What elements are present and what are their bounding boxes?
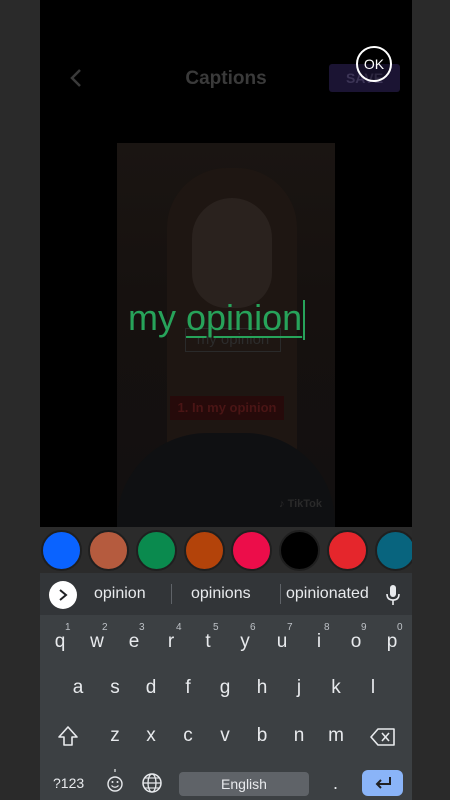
enter-icon [375,777,391,789]
key-n[interactable]: n [284,725,314,747]
preview-face [192,198,272,308]
key-p[interactable]: p0 [377,622,407,653]
watermark-text: TikTok [287,498,322,510]
suggestion-2[interactable]: opinions [191,585,251,603]
key-label: o [350,631,362,652]
swatch-black[interactable] [279,530,320,571]
key-i[interactable]: i8 [304,622,334,653]
suggestion-divider [280,584,281,604]
swatch-red[interactable] [327,530,368,571]
suggestion-3[interactable]: opinionated [286,585,369,603]
key-x[interactable]: x [136,725,166,747]
globe-icon[interactable] [141,772,163,794]
key-hint: 4 [176,622,182,633]
key-hint: 8 [324,622,330,633]
key-label: q [54,631,66,652]
enter-key[interactable] [362,770,403,796]
key-f[interactable]: f [173,677,203,699]
key-d[interactable]: d [136,677,166,699]
key-label: e [128,631,140,652]
right-margin [410,0,450,800]
expand-toolbar-button[interactable] [49,581,77,609]
key-v[interactable]: v [210,725,240,747]
key-label: u [276,631,288,652]
key-w[interactable]: w2 [82,622,112,653]
key-k[interactable]: k [321,677,351,699]
symbols-key[interactable]: ?123 [53,775,84,791]
keyboard: opinion opinions opinionated q1 w2 e3 r4… [40,573,412,800]
text-cursor [303,300,306,341]
color-swatch-bar [40,527,412,573]
key-b[interactable]: b [247,725,277,747]
tiktok-watermark: ♪ TikTok [279,498,322,510]
space-bar[interactable]: English [179,772,309,796]
key-j[interactable]: j [284,677,314,699]
chevron-right-icon [59,589,68,601]
key-c[interactable]: c [173,725,203,747]
key-hint: 6 [250,622,256,633]
key-a[interactable]: a [63,677,93,699]
key-y[interactable]: y6 [230,622,260,653]
key-hint: 9 [361,622,367,633]
left-margin [0,0,40,800]
phone-screen: Captions SAVE OK my opinion 1. In my opi… [40,0,412,800]
suggestion-divider [171,584,172,604]
key-label: r [167,631,175,652]
key-o[interactable]: o9 [341,622,371,653]
swatch-terracotta[interactable] [88,530,129,571]
swatch-crimson[interactable] [231,530,272,571]
key-hint: 3 [139,622,145,633]
key-hint: 0 [397,622,403,633]
key-hint: 1 [65,622,71,633]
caption-word-1: my [128,297,176,338]
swatch-green[interactable] [136,530,177,571]
swatch-teal[interactable] [375,530,412,571]
key-r[interactable]: r4 [156,622,186,653]
shift-icon[interactable] [57,725,79,747]
key-z[interactable]: z [100,725,130,747]
key-label: i [316,631,322,652]
swatch-blue[interactable] [41,530,82,571]
suggestion-strip: opinion opinions opinionated [40,573,412,615]
key-label: t [205,631,211,652]
key-label: w [90,631,104,652]
key-hint: 2 [102,622,108,633]
key-label: y [240,631,250,652]
key-hint: 5 [213,622,219,633]
key-u[interactable]: u7 [267,622,297,653]
key-hint: 7 [287,622,293,633]
swatch-burnt-orange[interactable] [184,530,225,571]
key-l[interactable]: l [358,677,388,699]
caption-word-2: opinion [186,297,303,338]
key-e[interactable]: e3 [119,622,149,653]
key-g[interactable]: g [210,677,240,699]
ok-button[interactable]: OK [356,46,392,82]
backspace-icon[interactable] [370,727,396,747]
key-label: p [386,631,398,652]
emoji-icon[interactable] [106,769,124,795]
suggestion-1[interactable]: opinion [94,585,146,603]
preview-shirt [117,433,335,531]
key-q[interactable]: q1 [45,622,75,653]
microphone-icon[interactable] [385,584,401,606]
caption-text-editor[interactable]: my opinion [128,295,306,341]
period-key[interactable]: . [333,773,338,794]
key-m[interactable]: m [321,725,351,747]
key-h[interactable]: h [247,677,277,699]
preview-caption-red: 1. In my opinion [170,396,284,420]
key-t[interactable]: t5 [193,622,223,653]
key-s[interactable]: s [100,677,130,699]
